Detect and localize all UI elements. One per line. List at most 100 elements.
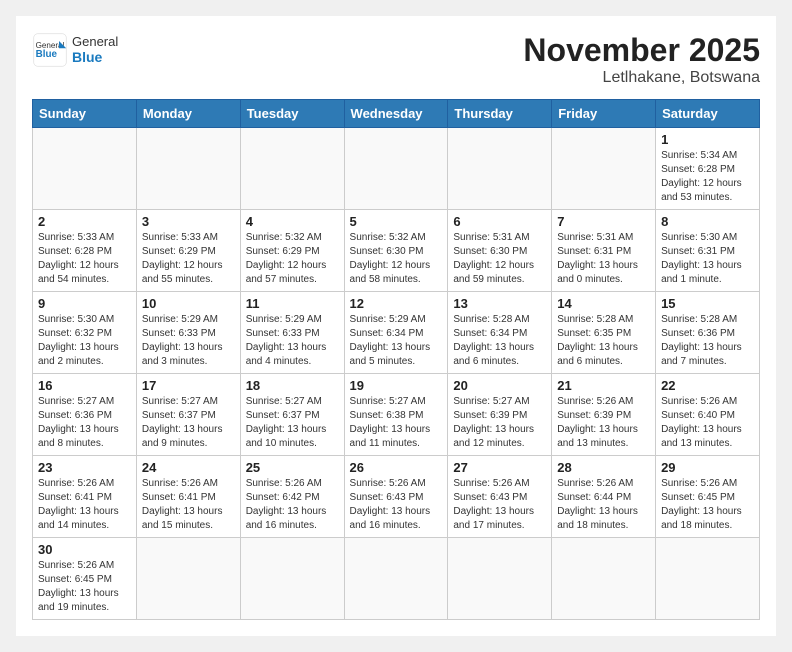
day-number-7: 7 (557, 214, 650, 229)
sunset-23: Sunset: 6:41 PM (38, 492, 112, 503)
daylight-1: Daylight: 12 hours and 53 minutes. (661, 178, 742, 203)
sunset-10: Sunset: 6:33 PM (142, 328, 216, 339)
sunrise-2: Sunrise: 5:33 AM (38, 232, 114, 243)
daylight-27: Daylight: 13 hours and 17 minutes. (453, 506, 534, 531)
empty-cell (240, 128, 344, 210)
empty-cell (136, 128, 240, 210)
day-number-3: 3 (142, 214, 235, 229)
daylight-2: Daylight: 12 hours and 54 minutes. (38, 260, 119, 285)
day-17: 17 Sunrise: 5:27 AM Sunset: 6:37 PM Dayl… (136, 374, 240, 456)
daylight-7: Daylight: 13 hours and 0 minutes. (557, 260, 638, 285)
sunset-15: Sunset: 6:36 PM (661, 328, 735, 339)
daylight-15: Daylight: 13 hours and 7 minutes. (661, 342, 742, 367)
day-number-26: 26 (350, 460, 443, 475)
day-5: 5 Sunrise: 5:32 AM Sunset: 6:30 PM Dayli… (344, 210, 448, 292)
daylight-24: Daylight: 13 hours and 15 minutes. (142, 506, 223, 531)
header-sunday: Sunday (33, 100, 137, 128)
daylight-13: Daylight: 13 hours and 6 minutes. (453, 342, 534, 367)
sunset-26: Sunset: 6:43 PM (350, 492, 424, 503)
daylight-8: Daylight: 13 hours and 1 minute. (661, 260, 742, 285)
day-info-25: Sunrise: 5:26 AM Sunset: 6:42 PM Dayligh… (246, 477, 339, 533)
day-number-4: 4 (246, 214, 339, 229)
generalblue-logo-icon: General Blue (32, 32, 68, 68)
sunrise-20: Sunrise: 5:27 AM (453, 396, 529, 407)
logo-text: General Blue (72, 34, 118, 66)
day-number-23: 23 (38, 460, 131, 475)
day-info-1: Sunrise: 5:34 AM Sunset: 6:28 PM Dayligh… (661, 149, 754, 205)
sunset-1: Sunset: 6:28 PM (661, 164, 735, 175)
calendar-row-2: 2 Sunrise: 5:33 AM Sunset: 6:28 PM Dayli… (33, 210, 760, 292)
sunset-11: Sunset: 6:33 PM (246, 328, 320, 339)
day-number-14: 14 (557, 296, 650, 311)
day-info-17: Sunrise: 5:27 AM Sunset: 6:37 PM Dayligh… (142, 395, 235, 451)
sunrise-6: Sunrise: 5:31 AM (453, 232, 529, 243)
day-13: 13 Sunrise: 5:28 AM Sunset: 6:34 PM Dayl… (448, 292, 552, 374)
sunset-25: Sunset: 6:42 PM (246, 492, 320, 503)
sunset-7: Sunset: 6:31 PM (557, 246, 631, 257)
daylight-18: Daylight: 13 hours and 10 minutes. (246, 424, 327, 449)
day-number-6: 6 (453, 214, 546, 229)
day-info-30: Sunrise: 5:26 AM Sunset: 6:45 PM Dayligh… (38, 559, 131, 615)
day-9: 9 Sunrise: 5:30 AM Sunset: 6:32 PM Dayli… (33, 292, 137, 374)
sunset-6: Sunset: 6:30 PM (453, 246, 527, 257)
sunrise-25: Sunrise: 5:26 AM (246, 478, 322, 489)
day-info-24: Sunrise: 5:26 AM Sunset: 6:41 PM Dayligh… (142, 477, 235, 533)
sunrise-13: Sunrise: 5:28 AM (453, 314, 529, 325)
day-25: 25 Sunrise: 5:26 AM Sunset: 6:42 PM Dayl… (240, 456, 344, 538)
sunset-2: Sunset: 6:28 PM (38, 246, 112, 257)
sunset-13: Sunset: 6:34 PM (453, 328, 527, 339)
day-26: 26 Sunrise: 5:26 AM Sunset: 6:43 PM Dayl… (344, 456, 448, 538)
empty-cell (240, 538, 344, 620)
header-thursday: Thursday (448, 100, 552, 128)
day-16: 16 Sunrise: 5:27 AM Sunset: 6:36 PM Dayl… (33, 374, 137, 456)
day-number-22: 22 (661, 378, 754, 393)
calendar-row-4: 16 Sunrise: 5:27 AM Sunset: 6:36 PM Dayl… (33, 374, 760, 456)
daylight-23: Daylight: 13 hours and 14 minutes. (38, 506, 119, 531)
empty-cell (344, 128, 448, 210)
day-number-15: 15 (661, 296, 754, 311)
sunset-9: Sunset: 6:32 PM (38, 328, 112, 339)
day-2: 2 Sunrise: 5:33 AM Sunset: 6:28 PM Dayli… (33, 210, 137, 292)
calendar-page: General Blue General Blue November 2025 … (16, 16, 776, 636)
sunrise-30: Sunrise: 5:26 AM (38, 560, 114, 571)
day-info-8: Sunrise: 5:30 AM Sunset: 6:31 PM Dayligh… (661, 231, 754, 287)
day-number-13: 13 (453, 296, 546, 311)
daylight-4: Daylight: 12 hours and 57 minutes. (246, 260, 327, 285)
day-number-18: 18 (246, 378, 339, 393)
sunrise-19: Sunrise: 5:27 AM (350, 396, 426, 407)
daylight-19: Daylight: 13 hours and 11 minutes. (350, 424, 431, 449)
header-saturday: Saturday (656, 100, 760, 128)
sunrise-7: Sunrise: 5:31 AM (557, 232, 633, 243)
sunrise-29: Sunrise: 5:26 AM (661, 478, 737, 489)
sunset-16: Sunset: 6:36 PM (38, 410, 112, 421)
sunset-29: Sunset: 6:45 PM (661, 492, 735, 503)
day-number-17: 17 (142, 378, 235, 393)
day-number-29: 29 (661, 460, 754, 475)
day-6: 6 Sunrise: 5:31 AM Sunset: 6:30 PM Dayli… (448, 210, 552, 292)
location: Letlhakane, Botswana (523, 69, 760, 87)
sunset-14: Sunset: 6:35 PM (557, 328, 631, 339)
day-number-5: 5 (350, 214, 443, 229)
day-info-21: Sunrise: 5:26 AM Sunset: 6:39 PM Dayligh… (557, 395, 650, 451)
day-12: 12 Sunrise: 5:29 AM Sunset: 6:34 PM Dayl… (344, 292, 448, 374)
sunset-24: Sunset: 6:41 PM (142, 492, 216, 503)
logo-blue: Blue (72, 49, 118, 66)
sunrise-27: Sunrise: 5:26 AM (453, 478, 529, 489)
day-number-24: 24 (142, 460, 235, 475)
day-info-29: Sunrise: 5:26 AM Sunset: 6:45 PM Dayligh… (661, 477, 754, 533)
day-24: 24 Sunrise: 5:26 AM Sunset: 6:41 PM Dayl… (136, 456, 240, 538)
title-block: November 2025 Letlhakane, Botswana (523, 32, 760, 87)
daylight-6: Daylight: 12 hours and 59 minutes. (453, 260, 534, 285)
sunrise-17: Sunrise: 5:27 AM (142, 396, 218, 407)
day-number-19: 19 (350, 378, 443, 393)
daylight-11: Daylight: 13 hours and 4 minutes. (246, 342, 327, 367)
day-4: 4 Sunrise: 5:32 AM Sunset: 6:29 PM Dayli… (240, 210, 344, 292)
empty-cell (136, 538, 240, 620)
day-info-27: Sunrise: 5:26 AM Sunset: 6:43 PM Dayligh… (453, 477, 546, 533)
empty-cell (552, 538, 656, 620)
day-number-30: 30 (38, 542, 131, 557)
day-19: 19 Sunrise: 5:27 AM Sunset: 6:38 PM Dayl… (344, 374, 448, 456)
logo: General Blue General Blue (32, 32, 118, 68)
daylight-28: Daylight: 13 hours and 18 minutes. (557, 506, 638, 531)
daylight-10: Daylight: 13 hours and 3 minutes. (142, 342, 223, 367)
